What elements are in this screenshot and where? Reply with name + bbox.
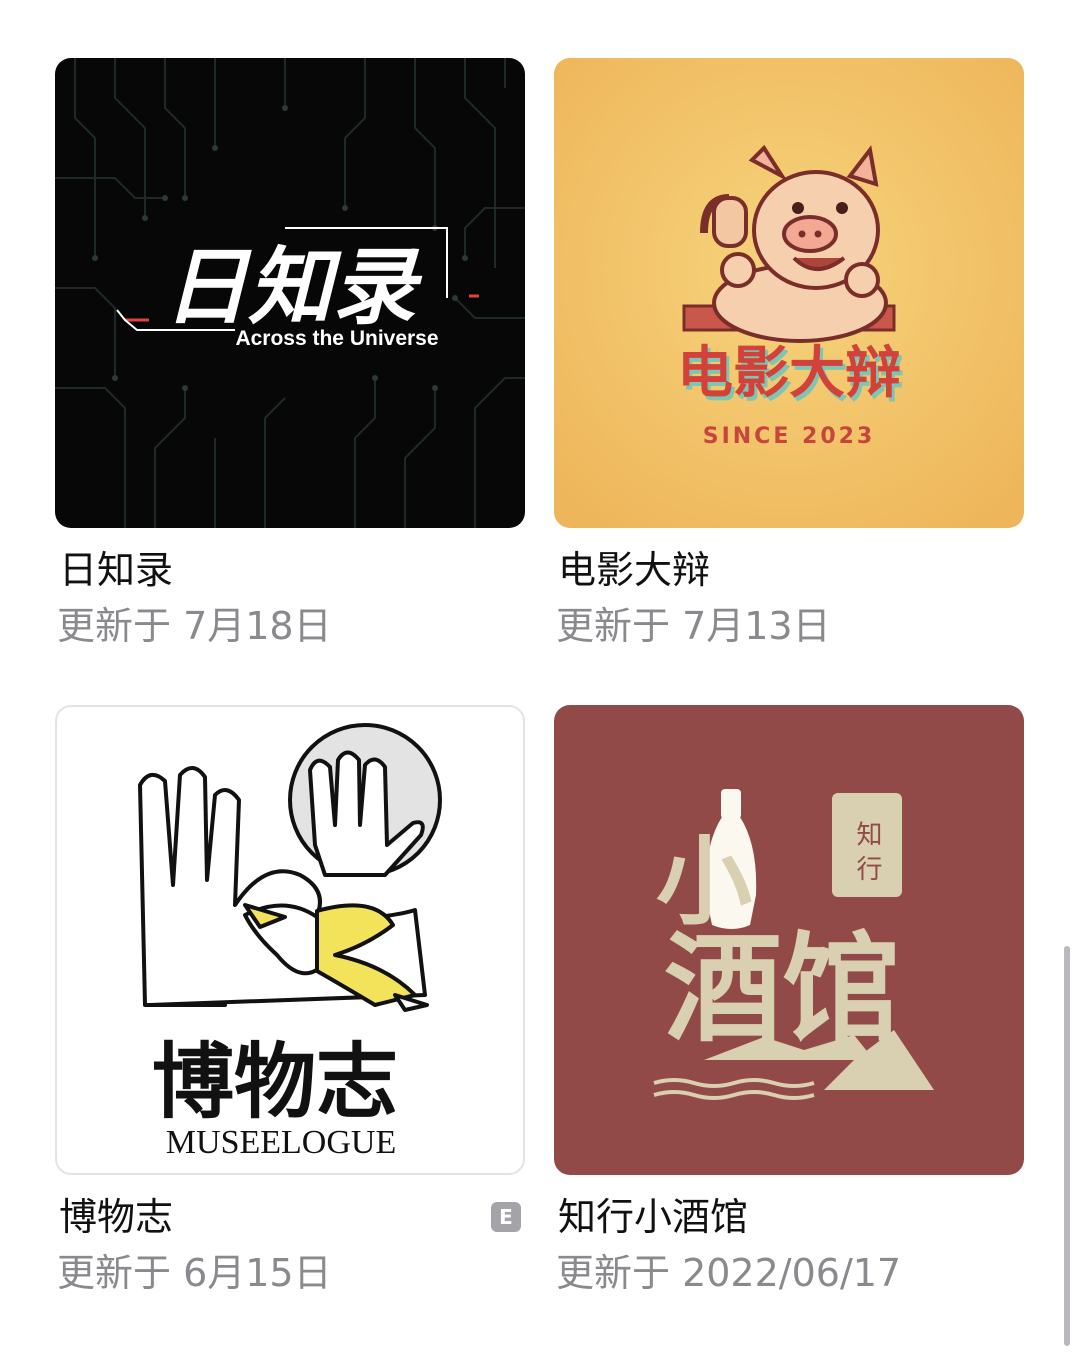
cover-bowuzhi: 博物志 MUSEELOGUE bbox=[55, 705, 525, 1175]
podcast-cover[interactable]: 知 行 小 酒馆 bbox=[554, 705, 1024, 1175]
cover-zhixing: 知 行 小 酒馆 bbox=[554, 705, 1024, 1175]
updated-date: 更新于 2022/06/17 bbox=[556, 1251, 902, 1295]
podcast-title[interactable]: 日知录 bbox=[59, 548, 173, 592]
podcast-title[interactable]: 博物志 bbox=[59, 1195, 173, 1239]
vertical-scrollbar[interactable] bbox=[1064, 946, 1070, 1346]
podcast-cover[interactable]: 电影大辩 电影大辩 SINCE 2023 bbox=[554, 58, 1024, 528]
podcast-title[interactable]: 电影大辩 bbox=[558, 548, 710, 592]
cover-subtitle: Across the Universe bbox=[235, 327, 438, 350]
cover-headline: 电影大辩 bbox=[677, 341, 901, 406]
updated-date: 更新于 6月15日 bbox=[57, 1251, 332, 1295]
updated-date: 更新于 7月13日 bbox=[556, 604, 831, 648]
explicit-badge: E bbox=[491, 1202, 521, 1232]
podcast-cover[interactable]: 日知录 Across the Universe bbox=[55, 58, 525, 528]
updated-date: 更新于 7月18日 bbox=[57, 604, 332, 648]
seal-text: 知 行 bbox=[852, 821, 882, 881]
podcast-cover[interactable]: 博物志 MUSEELOGUE bbox=[55, 705, 525, 1175]
cover-headline-bottom: 酒馆 bbox=[664, 920, 900, 1058]
cover-subtitle: SINCE 2023 bbox=[703, 424, 876, 449]
cover-subtitle: MUSEELOGUE bbox=[166, 1124, 396, 1161]
cover-headline: 博物志 bbox=[152, 1034, 398, 1130]
podcast-title[interactable]: 知行小酒馆 bbox=[558, 1195, 748, 1239]
cover-rizhilu: 日知录 Across the Universe bbox=[55, 58, 525, 528]
cover-dianyingdabian: 电影大辩 电影大辩 SINCE 2023 bbox=[554, 58, 1024, 528]
cover-headline: 日知录 bbox=[164, 238, 423, 336]
